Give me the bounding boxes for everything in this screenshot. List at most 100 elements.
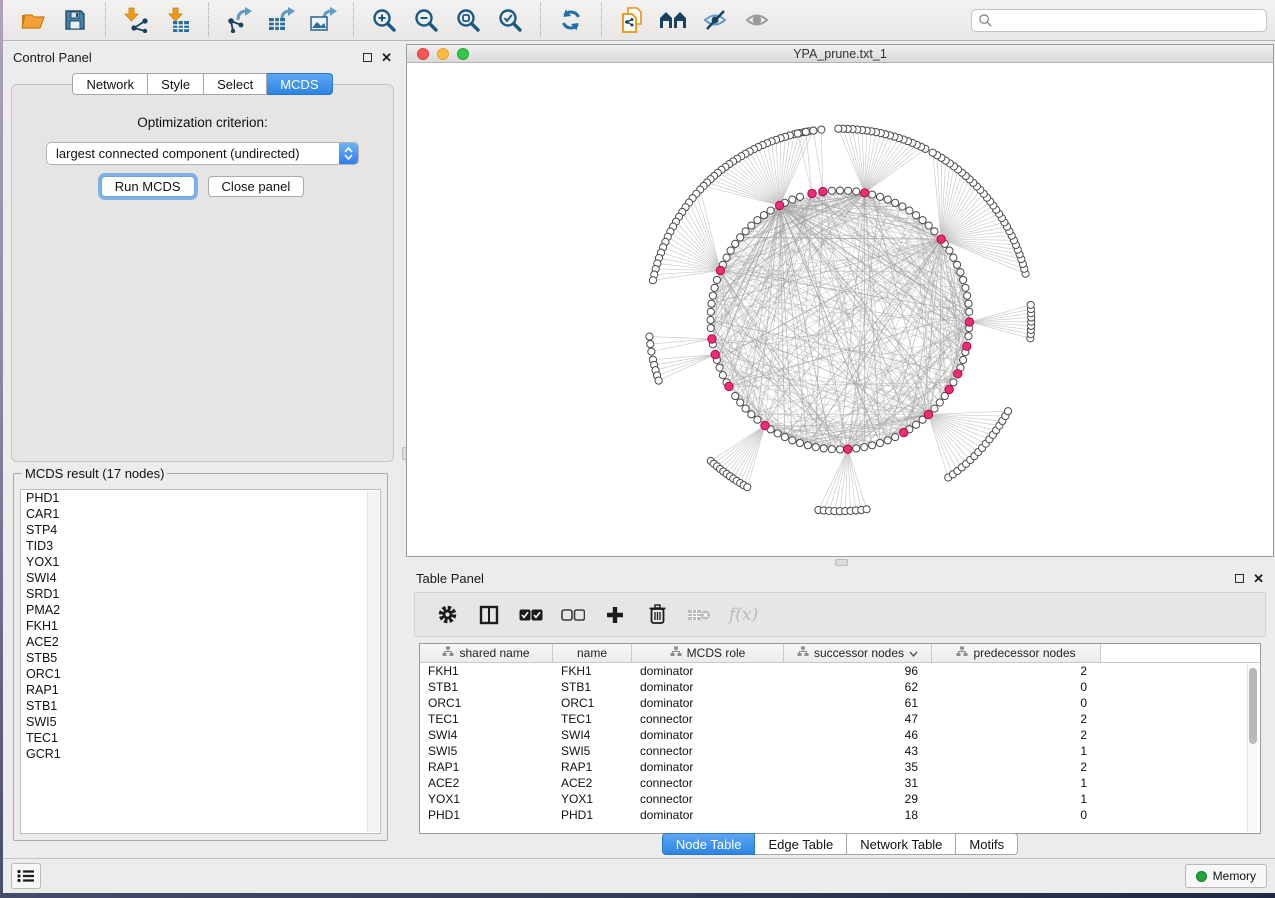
network-hub-node[interactable] bbox=[954, 370, 962, 378]
network-node[interactable] bbox=[716, 364, 723, 371]
network-node[interactable] bbox=[760, 212, 767, 219]
tab-select[interactable]: Select bbox=[204, 73, 267, 95]
network-node[interactable] bbox=[861, 444, 868, 451]
tab-network-table[interactable]: Network Table bbox=[847, 833, 956, 855]
network-hub-node[interactable] bbox=[708, 335, 716, 343]
first-neighbors-button[interactable] bbox=[658, 4, 690, 36]
network-hub-node[interactable] bbox=[844, 445, 852, 453]
table-row[interactable]: RAP1RAP1dominator352 bbox=[420, 759, 1260, 775]
deselect-all-button[interactable] bbox=[561, 603, 585, 627]
network-node[interactable] bbox=[708, 300, 715, 307]
duplicate-network-button[interactable] bbox=[616, 4, 648, 36]
mcds-result-item[interactable]: FKH1 bbox=[21, 618, 380, 634]
table-settings-button[interactable] bbox=[435, 603, 459, 627]
network-hub-node[interactable] bbox=[711, 350, 719, 358]
network-node[interactable] bbox=[820, 445, 827, 452]
network-node[interactable] bbox=[709, 292, 716, 299]
zoom-out-button[interactable] bbox=[410, 4, 442, 36]
export-table-button[interactable] bbox=[265, 4, 297, 36]
network-hub-node[interactable] bbox=[900, 428, 908, 436]
mcds-result-item[interactable]: SWI4 bbox=[21, 570, 380, 586]
tab-style[interactable]: Style bbox=[148, 73, 204, 95]
network-node[interactable] bbox=[965, 333, 972, 340]
network-node[interactable] bbox=[774, 430, 781, 437]
delete-table-button[interactable] bbox=[687, 603, 711, 627]
network-node[interactable] bbox=[737, 234, 744, 241]
network-node[interactable] bbox=[1027, 301, 1034, 308]
import-network-button[interactable] bbox=[120, 4, 152, 36]
import-table-button[interactable] bbox=[162, 4, 194, 36]
table-scrollbar[interactable] bbox=[1247, 664, 1259, 832]
network-node[interactable] bbox=[863, 506, 870, 513]
network-node[interactable] bbox=[960, 356, 967, 363]
network-hub-node[interactable] bbox=[937, 235, 945, 243]
mcds-result-item[interactable]: GCR1 bbox=[21, 746, 380, 762]
network-node[interactable] bbox=[748, 222, 755, 229]
apply-layout-button[interactable] bbox=[555, 4, 587, 36]
mcds-result-list[interactable]: PHD1CAR1STP4TID3YOX1SWI4SRD1PMA2FKH1ACE2… bbox=[20, 489, 381, 834]
network-node[interactable] bbox=[648, 348, 655, 355]
network-node[interactable] bbox=[794, 130, 801, 137]
network-node[interactable] bbox=[853, 445, 860, 452]
network-node[interactable] bbox=[646, 333, 653, 340]
mcds-result-item[interactable]: STB5 bbox=[21, 650, 380, 666]
select-all-button[interactable] bbox=[519, 603, 543, 627]
network-node[interactable] bbox=[936, 399, 943, 406]
network-node[interactable] bbox=[929, 149, 936, 156]
network-node[interactable] bbox=[732, 392, 739, 399]
network-node[interactable] bbox=[754, 217, 761, 224]
network-node[interactable] bbox=[946, 247, 953, 254]
network-node[interactable] bbox=[767, 207, 774, 214]
network-node[interactable] bbox=[727, 247, 734, 254]
network-node[interactable] bbox=[789, 196, 796, 203]
network-node[interactable] bbox=[796, 193, 803, 200]
search-input[interactable] bbox=[993, 13, 1260, 27]
table-row[interactable]: PHD1PHD1dominator180 bbox=[420, 807, 1260, 823]
column-header-predecessor-nodes[interactable]: predecessor nodes bbox=[932, 644, 1101, 662]
network-node[interactable] bbox=[876, 439, 883, 446]
network-node[interactable] bbox=[828, 446, 835, 453]
network-window-titlebar[interactable]: YPA_prune.txt_1 bbox=[407, 45, 1273, 63]
search-field[interactable] bbox=[971, 9, 1267, 32]
show-all-button[interactable] bbox=[742, 4, 774, 36]
mcds-result-item[interactable]: PHD1 bbox=[21, 490, 380, 506]
network-node[interactable] bbox=[719, 372, 726, 379]
network-node[interactable] bbox=[748, 411, 755, 418]
network-node[interactable] bbox=[649, 277, 656, 284]
memory-button[interactable]: Memory bbox=[1185, 864, 1267, 888]
table-row[interactable]: YOX1YOX1connector291 bbox=[420, 791, 1260, 807]
network-canvas[interactable] bbox=[407, 64, 1273, 556]
tab-edge-table[interactable]: Edge Table bbox=[755, 833, 847, 855]
network-node[interactable] bbox=[966, 308, 973, 315]
network-hub-node[interactable] bbox=[945, 385, 953, 393]
float-window-icon[interactable] bbox=[1235, 574, 1244, 583]
criterion-dropdown[interactable]: largest connected component (undirected) bbox=[46, 142, 359, 165]
zoom-fit-button[interactable] bbox=[452, 4, 484, 36]
zoom-selected-button[interactable] bbox=[494, 4, 526, 36]
table-row[interactable]: SWI5SWI5connector431 bbox=[420, 743, 1260, 759]
mcds-result-item[interactable]: STP4 bbox=[21, 522, 380, 538]
open-file-button[interactable] bbox=[17, 4, 49, 36]
network-node[interactable] bbox=[919, 217, 926, 224]
mcds-result-item[interactable]: RAP1 bbox=[21, 682, 380, 698]
network-node[interactable] bbox=[892, 199, 899, 206]
network-node[interactable] bbox=[853, 188, 860, 195]
mcds-result-item[interactable]: CAR1 bbox=[21, 506, 380, 522]
network-node[interactable] bbox=[836, 446, 843, 453]
network-node[interactable] bbox=[804, 442, 811, 449]
tab-node-table[interactable]: Node Table bbox=[662, 833, 756, 855]
network-node[interactable] bbox=[742, 405, 749, 412]
save-session-button[interactable] bbox=[59, 4, 91, 36]
network-node[interactable] bbox=[906, 207, 913, 214]
task-history-button[interactable] bbox=[11, 863, 41, 889]
network-node[interactable] bbox=[781, 433, 788, 440]
network-node[interactable] bbox=[818, 126, 825, 133]
network-node[interactable] bbox=[744, 484, 751, 491]
network-node[interactable] bbox=[1004, 408, 1011, 415]
function-builder-button[interactable]: f(x) bbox=[729, 605, 758, 625]
network-node[interactable] bbox=[899, 203, 906, 210]
network-hub-node[interactable] bbox=[725, 382, 733, 390]
network-node[interactable] bbox=[835, 125, 842, 132]
network-hub-node[interactable] bbox=[716, 266, 724, 274]
float-window-icon[interactable] bbox=[363, 53, 372, 62]
